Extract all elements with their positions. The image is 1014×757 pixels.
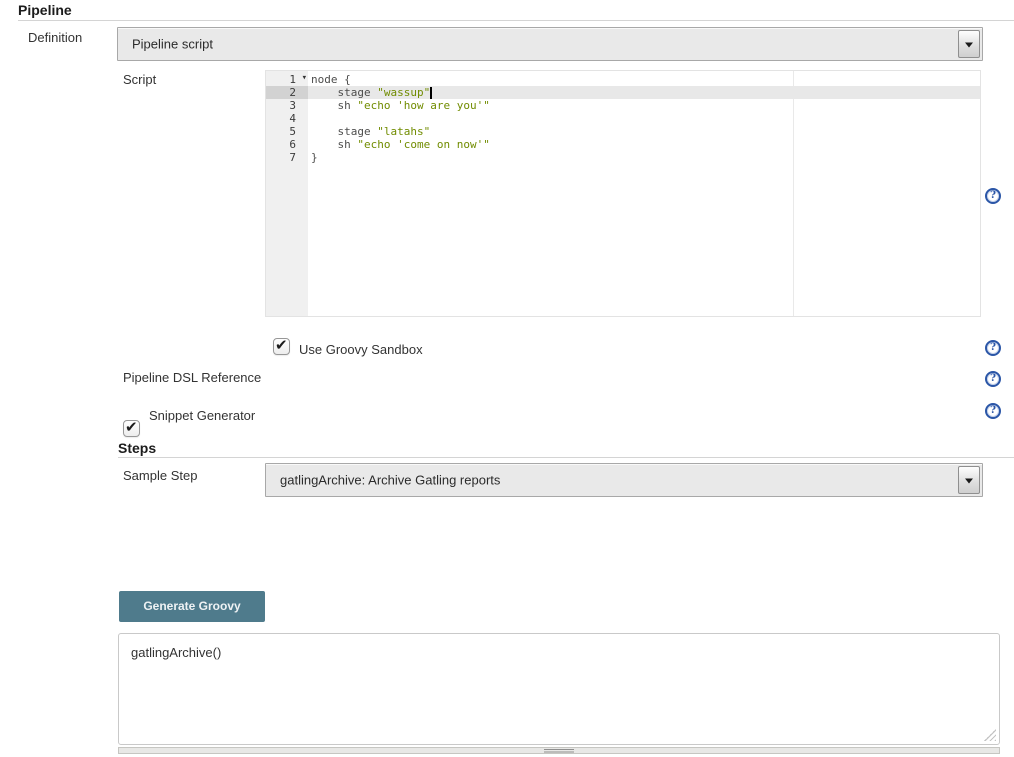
sample-step-select[interactable]: gatlingArchive: Archive Gatling reports (265, 463, 983, 497)
line-number: 1▾ (266, 73, 308, 86)
use-groovy-sandbox-checkbox[interactable]: ✔ (273, 338, 290, 355)
code-text: } (308, 151, 318, 164)
steps-section-title: Steps (118, 440, 156, 456)
code-line-active[interactable]: 2 stage "wassup" (266, 86, 980, 99)
definition-select-value: Pipeline script (132, 37, 213, 52)
code-text (308, 112, 311, 125)
definition-select-arrow-button[interactable] (958, 30, 980, 58)
line-number: 3 (266, 99, 308, 112)
resize-grip-icon[interactable] (984, 729, 996, 741)
pipeline-config-page: Pipeline Definition Pipeline script Scri… (0, 0, 1014, 757)
code-line[interactable]: 5 stage "latahs" (266, 125, 980, 138)
sample-step-select-arrow-button[interactable] (958, 466, 980, 494)
line-number: 4 (266, 112, 308, 125)
pipeline-section-title: Pipeline (18, 2, 72, 18)
definition-select[interactable]: Pipeline script (117, 27, 983, 61)
checkmark-icon: ✔ (125, 418, 138, 436)
script-help-icon[interactable]: ? (985, 188, 1001, 204)
script-code-editor[interactable]: 1▾ node { 2 stage "wassup" 3 sh "echo 'h… (265, 70, 981, 317)
checkmark-icon: ✔ (275, 336, 288, 354)
code-line[interactable]: 1▾ node { (266, 73, 980, 86)
code-line[interactable]: 4 (266, 112, 980, 125)
line-number: 7 (266, 151, 308, 164)
groovy-output-text: gatlingArchive() (131, 645, 221, 660)
snippet-generator-help-icon[interactable]: ? (985, 403, 1001, 419)
line-number: 6 (266, 138, 308, 151)
snippet-generator-checkbox[interactable]: ✔ (123, 420, 140, 437)
line-number: 5 (266, 125, 308, 138)
sample-step-label: Sample Step (123, 468, 197, 483)
code-line[interactable]: 7 } (266, 151, 980, 164)
use-groovy-sandbox-label[interactable]: Use Groovy Sandbox (299, 342, 423, 357)
code-text: sh "echo 'how are you'" (308, 99, 490, 112)
code-line[interactable]: 3 sh "echo 'how are you'" (266, 99, 980, 112)
groovy-output-textarea[interactable]: gatlingArchive() (118, 633, 1000, 745)
text-cursor (430, 87, 432, 99)
chevron-down-icon (965, 479, 973, 484)
pipeline-dsl-reference-link[interactable]: Pipeline DSL Reference (123, 370, 261, 385)
code-text: node { (308, 73, 351, 86)
section-divider (18, 20, 1014, 21)
sample-step-select-value: gatlingArchive: Archive Gatling reports (280, 473, 500, 488)
section-divider (118, 457, 1014, 458)
code-text: stage "latahs" (308, 125, 430, 138)
dsl-reference-help-icon[interactable]: ? (985, 371, 1001, 387)
code-text: stage "wassup" (308, 86, 432, 99)
code-fold-icon[interactable]: ▾ (302, 72, 307, 85)
definition-label: Definition (28, 30, 82, 45)
chevron-down-icon (965, 43, 973, 48)
drag-grip-icon (544, 749, 574, 753)
generate-groovy-button[interactable]: Generate Groovy (119, 591, 265, 622)
code-line[interactable]: 6 sh "echo 'come on now'" (266, 138, 980, 151)
script-label: Script (123, 72, 156, 87)
textarea-drag-handle[interactable] (118, 747, 1000, 754)
sandbox-help-icon[interactable]: ? (985, 340, 1001, 356)
line-number: 2 (266, 86, 308, 99)
code-text: sh "echo 'come on now'" (308, 138, 490, 151)
snippet-generator-label[interactable]: Snippet Generator (149, 408, 255, 423)
